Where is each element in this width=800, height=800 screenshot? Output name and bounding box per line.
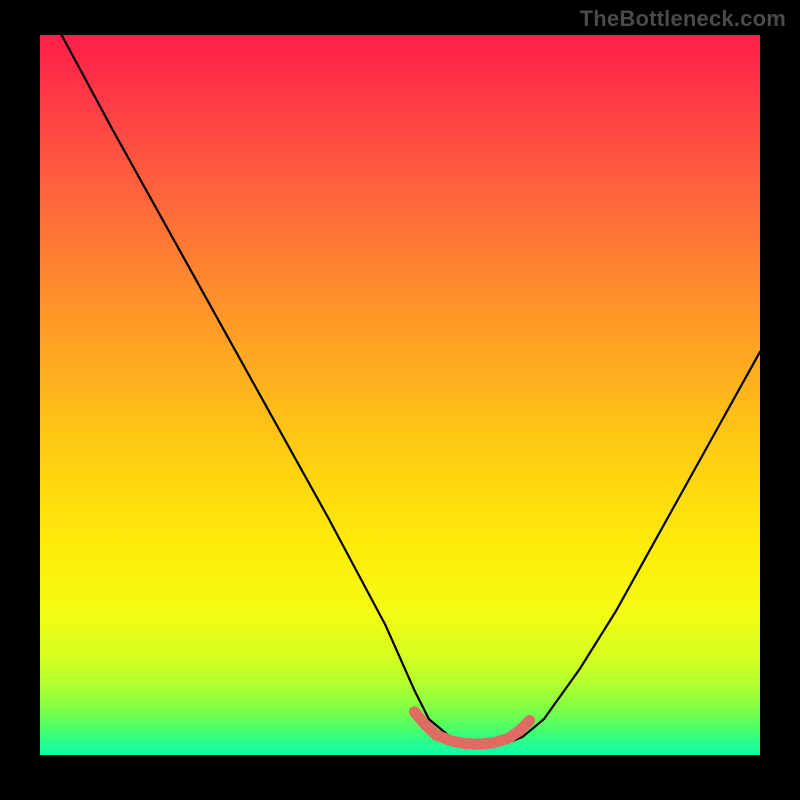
main-curve: [62, 35, 760, 743]
watermark-text: TheBottleneck.com: [580, 6, 786, 32]
chart-frame: TheBottleneck.com: [0, 0, 800, 800]
trough-highlight: [414, 712, 529, 744]
plot-area: [40, 35, 760, 755]
curve-layer: [40, 35, 760, 755]
